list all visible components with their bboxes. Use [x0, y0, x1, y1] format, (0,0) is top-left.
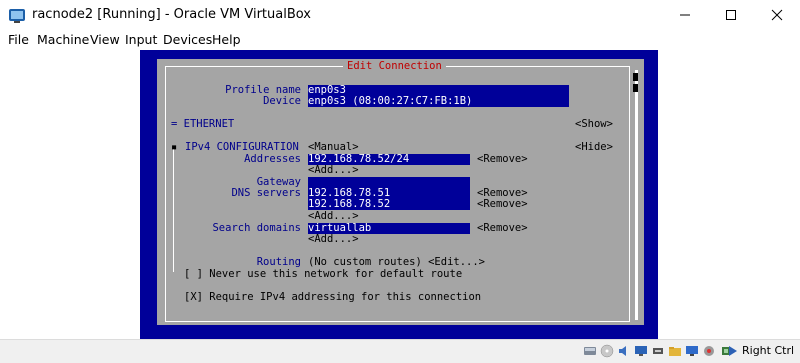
status-bar: Right Ctrl	[0, 339, 800, 363]
dns-1-value: 192.168.78.51	[308, 188, 391, 199]
network-icon[interactable]	[634, 344, 648, 358]
profile-name-field[interactable]: enp0s3	[308, 85, 569, 96]
show-ethernet-button[interactable]: <Show>	[575, 118, 613, 130]
ethernet-section-label: = ETHERNET	[171, 118, 235, 130]
device-field[interactable]: enp0s3 (08:00:27:C7:FB:1B)	[308, 96, 569, 107]
menu-help[interactable]: Help	[212, 32, 241, 47]
dialog-title: Edit Connection	[343, 60, 446, 73]
ipv4-section-line	[173, 146, 174, 272]
menu-view[interactable]: View	[90, 32, 120, 47]
require-ipv4-checkbox[interactable]: [X] Require IPv4 addressing for this con…	[184, 291, 481, 303]
add-address-button[interactable]: <Add...>	[308, 164, 359, 176]
hard-disk-icon[interactable]	[583, 344, 597, 358]
menu-bar: File Machine View Input Devices Help	[0, 30, 800, 50]
dns-2-field[interactable]: 192.168.78.52	[308, 199, 470, 210]
menu-file[interactable]: File	[8, 32, 29, 47]
device-value: enp0s3 (08:00:27:C7:FB:1B)	[308, 96, 473, 107]
search-domains-label: Search domains	[212, 222, 301, 234]
menu-devices[interactable]: Devices	[163, 32, 212, 47]
host-key-arrow-icon	[729, 346, 737, 356]
add-dns-button[interactable]: <Add...>	[308, 210, 359, 222]
profile-name-value: enp0s3	[308, 85, 346, 96]
scroll-up-arrow[interactable]	[633, 73, 638, 81]
maximize-icon	[726, 10, 736, 20]
menu-input[interactable]: Input	[125, 32, 157, 47]
audio-icon[interactable]	[617, 344, 631, 358]
shared-folder-icon[interactable]	[668, 344, 682, 358]
dns-servers-label: DNS servers	[231, 187, 301, 199]
remove-search-domain-button[interactable]: <Remove>	[477, 222, 528, 234]
hide-ipv4-button[interactable]: <Hide>	[575, 141, 613, 153]
remove-dns-2-button[interactable]: <Remove>	[477, 198, 528, 210]
close-icon	[771, 9, 783, 21]
dialog-scrollbar[interactable]	[635, 70, 638, 320]
remove-address-1-button[interactable]: <Remove>	[477, 153, 528, 165]
video-capture-icon[interactable]	[702, 344, 716, 358]
device-label: Device	[263, 95, 301, 107]
usb-icon[interactable]	[651, 344, 665, 358]
window-titlebar[interactable]: racnode2 [Running] - Oracle VM VirtualBo…	[0, 0, 800, 30]
ipv4-section-marker: ▪	[171, 141, 178, 153]
minimize-icon	[680, 14, 690, 16]
scroll-thumb[interactable]	[633, 84, 638, 92]
ipv4-config-label: IPv4 CONFIGURATION	[185, 141, 299, 153]
routing-edit-button[interactable]: (No custom routes) <Edit...>	[308, 256, 485, 268]
close-button[interactable]	[754, 0, 800, 30]
optical-drive-icon[interactable]	[600, 344, 614, 358]
never-default-route-checkbox[interactable]: [ ] Never use this network for default r…	[184, 268, 462, 280]
addresses-label: Addresses	[244, 153, 301, 165]
menu-machine[interactable]: Machine	[37, 32, 89, 47]
ipv4-mode-select[interactable]: <Manual>	[308, 141, 359, 153]
virtualbox-icon	[9, 9, 25, 23]
add-search-domain-button[interactable]: <Add...>	[308, 233, 359, 245]
maximize-button[interactable]	[708, 0, 754, 30]
window-title: racnode2 [Running] - Oracle VM VirtualBo…	[32, 7, 311, 22]
dns-2-value: 192.168.78.52	[308, 199, 391, 210]
routing-label: Routing	[256, 256, 301, 268]
dns-1-field[interactable]: 192.168.78.51	[308, 188, 470, 199]
gateway-field[interactable]	[308, 177, 470, 188]
display-icon[interactable]	[685, 344, 699, 358]
host-key-label: Right Ctrl	[742, 344, 795, 357]
minimize-button[interactable]	[662, 0, 708, 30]
